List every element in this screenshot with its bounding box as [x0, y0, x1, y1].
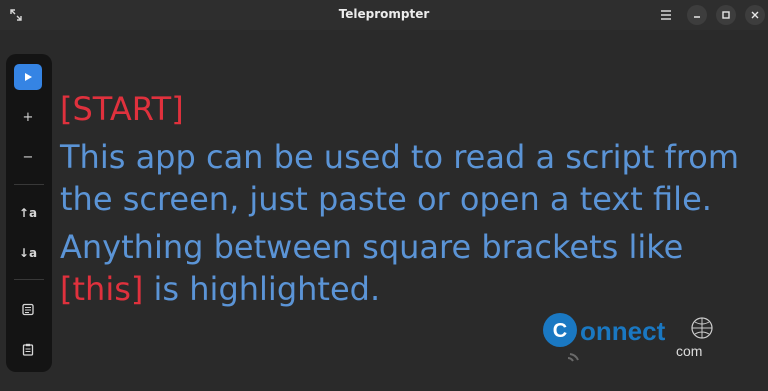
zoom-in-button[interactable]: +	[14, 104, 42, 130]
window-title: Teleprompter	[338, 7, 430, 21]
highlighted-text: [this]	[60, 270, 144, 308]
minus-icon: −	[22, 149, 34, 165]
svg-text:onnect: onnect	[580, 316, 666, 346]
text-up-icon: ↑a	[18, 206, 38, 220]
script-text: is highlighted.	[143, 270, 381, 308]
hamburger-menu-icon[interactable]	[656, 5, 676, 25]
svg-text:C: C	[553, 320, 567, 342]
sidebar-toolbar: + − ↑a ↓a	[6, 54, 52, 372]
script-line: Anything between square brackets like [t…	[60, 226, 760, 310]
paste-icon	[22, 343, 34, 356]
font-up-button[interactable]: ↑a	[14, 200, 42, 226]
paste-button[interactable]	[14, 336, 42, 362]
maximize-icon	[722, 11, 730, 19]
script-text-view[interactable]: [START] This app can be used to read a s…	[60, 88, 760, 316]
svg-text:com: com	[676, 343, 702, 359]
script-line: [START]	[60, 88, 760, 130]
play-icon	[25, 73, 32, 81]
open-file-button[interactable]	[14, 296, 42, 322]
plus-icon: +	[22, 109, 34, 125]
script-text: Anything between square brackets like	[60, 228, 684, 266]
font-down-button[interactable]: ↓a	[14, 240, 42, 266]
open-file-icon	[22, 303, 34, 315]
play-button[interactable]	[14, 64, 42, 90]
separator	[14, 279, 44, 280]
script-line: This app can be used to read a script fr…	[60, 138, 740, 218]
header-bar: Teleprompter	[0, 0, 768, 30]
watermark-logo: C onnect com	[540, 312, 720, 362]
zoom-out-button[interactable]: −	[14, 144, 42, 170]
minimize-icon	[694, 16, 700, 18]
close-button[interactable]	[745, 5, 765, 25]
text-down-icon: ↓a	[18, 246, 38, 260]
minimize-button[interactable]	[687, 5, 707, 25]
separator	[14, 184, 44, 185]
close-icon	[751, 11, 759, 19]
maximize-button[interactable]	[716, 5, 736, 25]
highlighted-text: [START]	[60, 90, 184, 128]
